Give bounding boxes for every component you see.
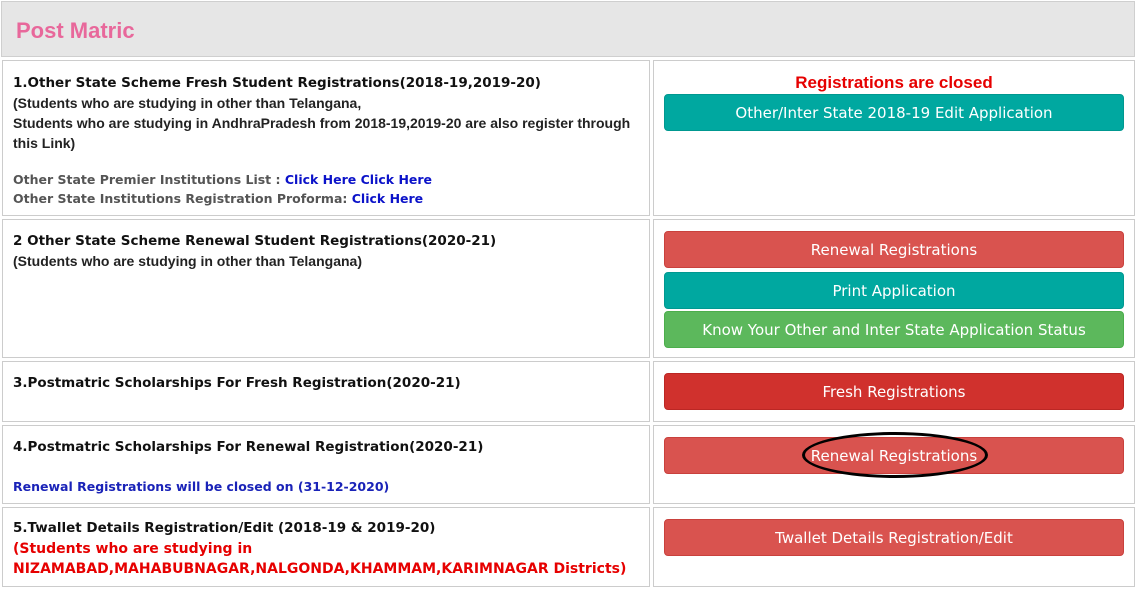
row-2-info: 2 Other State Scheme Renewal Student Reg… <box>2 219 650 358</box>
print-application-button[interactable]: Print Application <box>664 272 1124 309</box>
premier-institutions-line: Other State Premier Institutions List : … <box>13 170 432 189</box>
renewal-registrations-button[interactable]: Renewal Registrations <box>664 437 1124 474</box>
twallet-details-button[interactable]: Twallet Details Registration/Edit <box>664 519 1124 556</box>
application-status-button[interactable]: Know Your Other and Inter State Applicat… <box>664 311 1124 348</box>
row-4-title: 4.Postmatric Scholarships For Renewal Re… <box>13 439 484 455</box>
row-3-info: 3.Postmatric Scholarships For Fresh Regi… <box>2 361 650 422</box>
premier-institutions-label: Other State Premier Institutions List : <box>13 172 285 187</box>
page-header: Post Matric <box>1 1 1135 57</box>
row-2-title: 2 Other State Scheme Renewal Student Reg… <box>13 233 497 249</box>
other-state-renewal-button[interactable]: Renewal Registrations <box>664 231 1124 268</box>
row-2-actions: Renewal Registrations Print Application … <box>653 219 1135 358</box>
row-1-note-line2: Students who are studying in AndhraPrade… <box>13 115 631 151</box>
row-1-title: 1.Other State Scheme Fresh Student Regis… <box>13 75 541 91</box>
row-4-actions: Renewal Registrations <box>653 425 1135 504</box>
row-5-title: 5.Twallet Details Registration/Edit (201… <box>13 520 436 536</box>
row-5-note-line1: (Students who are studying in <box>13 541 253 557</box>
proforma-link[interactable]: Click Here <box>352 191 423 206</box>
row-5-info: 5.Twallet Details Registration/Edit (201… <box>2 507 650 587</box>
premier-list-link-2[interactable]: Click Here <box>361 172 432 187</box>
row-5-note-line2: NIZAMABAD,MAHABUBNAGAR,NALGONDA,KHAMMAM,… <box>13 561 627 577</box>
renewal-closing-note: Renewal Registrations will be closed on … <box>13 479 390 494</box>
registration-proforma-line: Other State Institutions Registration Pr… <box>13 189 423 208</box>
row-1-actions: Registrations are closed Other/Inter Sta… <box>653 60 1135 216</box>
proforma-label: Other State Institutions Registration Pr… <box>13 191 352 206</box>
fresh-registrations-button[interactable]: Fresh Registrations <box>664 373 1124 410</box>
premier-list-link-1[interactable]: Click Here <box>285 172 356 187</box>
page-title: Post Matric <box>16 18 135 43</box>
row-1-note-line1: (Students who are studying in other than… <box>13 95 362 111</box>
row-4-info: 4.Postmatric Scholarships For Renewal Re… <box>2 425 650 504</box>
registrations-closed-notice: Registrations are closed <box>795 73 993 92</box>
edit-application-button[interactable]: Other/Inter State 2018-19 Edit Applicati… <box>664 94 1124 131</box>
row-3-title: 3.Postmatric Scholarships For Fresh Regi… <box>13 375 461 391</box>
row-1-info: 1.Other State Scheme Fresh Student Regis… <box>2 60 650 216</box>
row-5-actions: Twallet Details Registration/Edit <box>653 507 1135 587</box>
row-3-actions: Fresh Registrations <box>653 361 1135 422</box>
row-2-note: (Students who are studying in other than… <box>13 253 362 269</box>
